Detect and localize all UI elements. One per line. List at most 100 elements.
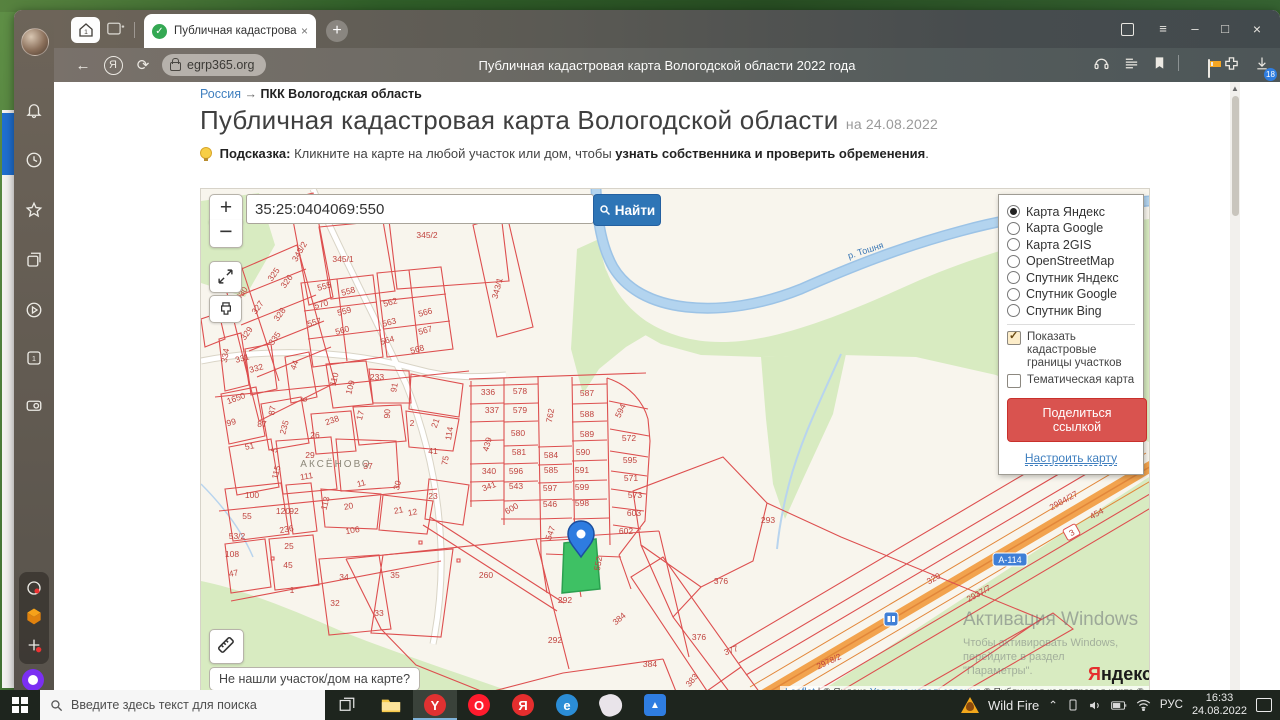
parcel-label[interactable]: 21: [393, 504, 404, 516]
layer-option[interactable]: Спутник Bing: [1007, 304, 1135, 318]
checkbox[interactable]: [1007, 373, 1021, 388]
parcel-label[interactable]: 235: [277, 419, 290, 436]
wifi-icon[interactable]: [1136, 699, 1151, 711]
taskbar-app-file-explorer[interactable]: [369, 690, 413, 720]
map-fullscreen-button[interactable]: [209, 261, 242, 293]
parcel-label[interactable]: 53/2: [229, 531, 246, 541]
parcel-label[interactable]: 111: [299, 470, 314, 482]
parcel-label[interactable]: 598: [575, 498, 589, 508]
radio-button[interactable]: [1007, 221, 1020, 235]
cadastral-map[interactable]: р. Тошня АКСЁНОВО 343/2 345/1 345/2 343/1 32…: [200, 188, 1150, 690]
tray-chevron-icon[interactable]: ⌃: [1048, 698, 1058, 712]
parcel-label[interactable]: 383: [683, 671, 700, 689]
parcel-label[interactable]: 546: [543, 499, 557, 509]
parcel-label[interactable]: 90: [382, 408, 393, 419]
yandex-button[interactable]: Я: [98, 55, 128, 75]
taskbar-app-edge[interactable]: e: [545, 690, 589, 720]
window-minimize-button[interactable]: –: [1182, 19, 1208, 39]
parcel-label[interactable]: 595: [623, 455, 637, 465]
parcel-label[interactable]: 543: [509, 481, 523, 491]
scrollbar-thumb[interactable]: [1231, 96, 1239, 216]
add-service-plus-icon[interactable]: [22, 633, 46, 657]
battery-saver-icon[interactable]: [1208, 59, 1221, 80]
find-button[interactable]: Найти: [593, 194, 661, 226]
parcel-label[interactable]: 578: [513, 386, 527, 396]
parcel-label[interactable]: 547: [543, 524, 557, 541]
parcel-label[interactable]: 590: [576, 447, 590, 457]
parcel-label[interactable]: 25: [284, 541, 294, 551]
parcel-label[interactable]: 557: [306, 315, 323, 328]
checkbox[interactable]: [1007, 330, 1021, 345]
parcel-label[interactable]: 260: [479, 570, 493, 580]
parcel-label[interactable]: 35: [390, 570, 400, 580]
taskbar-app-yandex-browser[interactable]: Y: [413, 690, 457, 720]
tab-panels-icon[interactable]: [1114, 19, 1140, 39]
parcel-label[interactable]: 591: [575, 465, 589, 475]
parcel-label[interactable]: 233: [370, 372, 384, 382]
breadcrumb-home-link[interactable]: Россия: [200, 87, 241, 101]
parcel-label[interactable]: 340: [482, 466, 496, 476]
parcel-label[interactable]: 292: [548, 635, 562, 645]
radio-button[interactable]: [1007, 205, 1020, 218]
parcel-label[interactable]: 11: [356, 477, 367, 489]
parcel-label[interactable]: 100: [245, 490, 259, 500]
radio-button[interactable]: [1007, 271, 1020, 284]
parcel-label[interactable]: 23: [428, 491, 438, 501]
taskbar-app-yandex[interactable]: Я: [501, 690, 545, 720]
parcel-label[interactable]: 439: [480, 436, 493, 453]
layer-option[interactable]: Спутник Яндекс: [1007, 271, 1135, 285]
parcel-label[interactable]: 1: [290, 585, 295, 595]
parcel-label[interactable]: 92: [289, 506, 299, 516]
taskbar-app-opera[interactable]: O: [457, 690, 501, 720]
notifications-bell-icon[interactable]: [22, 98, 46, 122]
parcel-label[interactable]: 567: [417, 323, 434, 336]
parcel-label[interactable]: 120: [276, 506, 290, 516]
parcel-label[interactable]: 113: [319, 495, 332, 511]
parcel-label[interactable]: 236: [279, 523, 295, 535]
cadastral-search-input[interactable]: [246, 194, 594, 224]
parcel-label[interactable]: 30: [391, 479, 403, 491]
parcel-label[interactable]: 87: [266, 405, 278, 416]
url-field[interactable]: egrp365.org: [162, 54, 267, 76]
parcel-label[interactable]: 573: [628, 490, 642, 500]
parcel-label[interactable]: 292: [558, 595, 572, 605]
parcel-label[interactable]: 345/1: [332, 254, 354, 264]
language-indicator[interactable]: РУС: [1160, 699, 1183, 711]
home-button[interactable]: 1: [71, 17, 100, 43]
browser-menu-icon[interactable]: ≡: [1150, 19, 1176, 39]
parcel-label[interactable]: 37: [363, 461, 373, 471]
parcel-label[interactable]: 55: [242, 511, 252, 521]
parcel-label[interactable]: 560: [334, 323, 351, 336]
share-link-button[interactable]: Поделиться ссылкой: [1007, 397, 1147, 442]
parcel-label[interactable]: 26: [310, 430, 320, 440]
tab-counter-icon[interactable]: 1: [22, 346, 46, 370]
start-button[interactable]: [0, 690, 40, 720]
parcel-label[interactable]: 337: [485, 405, 499, 415]
taskbar-search[interactable]: Введите здесь текст для поиска: [40, 690, 325, 720]
parcel-label[interactable]: 588: [580, 409, 594, 419]
parcel-label[interactable]: 343/1: [490, 276, 505, 299]
parcel-label[interactable]: 328: [271, 305, 287, 323]
parcel-label[interactable]: 571: [624, 473, 638, 483]
taskbar-app-krita[interactable]: [589, 690, 633, 720]
parcel-label[interactable]: 293: [761, 515, 775, 525]
radio-button[interactable]: [1007, 254, 1020, 268]
parcel-label[interactable]: 29: [305, 450, 315, 460]
parcel-label[interactable]: 108: [225, 549, 239, 559]
radio-button[interactable]: [1007, 304, 1020, 317]
parcel-label[interactable]: 327: [249, 298, 265, 316]
parcel-label[interactable]: 51: [244, 440, 255, 452]
history-clock-icon[interactable]: [22, 148, 46, 172]
bookmarks-star-icon[interactable]: [22, 198, 46, 222]
parcel-label[interactable]: 568: [409, 342, 426, 355]
parcel-label[interactable]: 597: [543, 483, 557, 493]
wildfire-app-icon[interactable]: [960, 697, 979, 713]
parcel-label[interactable]: 376: [692, 632, 706, 642]
radio-button[interactable]: [1007, 238, 1020, 251]
parcel-label[interactable]: 329: [238, 324, 254, 342]
add-bookmark-icon[interactable]: [1152, 55, 1167, 75]
map-measure-button[interactable]: [209, 629, 244, 664]
parcel-label[interactable]: 47: [228, 567, 239, 579]
parcel-label[interactable]: 75: [439, 455, 451, 466]
parcel-label[interactable]: 238: [324, 413, 341, 427]
